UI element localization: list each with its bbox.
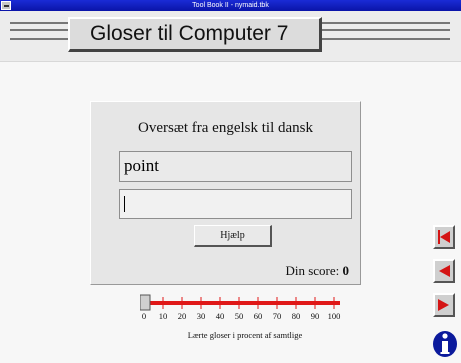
- previous-page-button[interactable]: [433, 259, 455, 283]
- progress-tick-label: 100: [328, 311, 341, 321]
- progress-thumb[interactable]: [139, 294, 151, 311]
- progress-tick-label: 50: [235, 311, 244, 321]
- window-titlebar: Tool Book II - nymaid.tbk: [0, 0, 461, 11]
- next-page-icon: [438, 299, 449, 311]
- page-title: Gloser til Computer 7: [68, 17, 322, 52]
- help-button[interactable]: Hjælp: [194, 225, 272, 247]
- previous-page-icon: [439, 265, 450, 277]
- window-title: Tool Book II - nymaid.tbk: [192, 2, 269, 9]
- first-page-button[interactable]: [433, 225, 455, 249]
- progress-tick-label: 80: [292, 311, 301, 321]
- info-button[interactable]: [432, 328, 458, 358]
- instruction-text: Oversæt fra engelsk til dansk: [138, 120, 313, 136]
- answer-input[interactable]: [119, 189, 352, 219]
- first-page-icon: [438, 230, 450, 244]
- english-word: point: [119, 151, 352, 182]
- progress-bar: 0 10 20 30 40 50 60 70 80 90 100: [139, 294, 341, 321]
- header-decor-right: [322, 22, 450, 40]
- progress-scale: 0 10 20 30 40 50 60 70 80 90 100 Lærte gloser i pr…: [139, 293, 350, 343]
- header-decor-left: [10, 22, 68, 40]
- system-menu-icon[interactable]: [1, 1, 11, 10]
- progress-tick-label: 60: [254, 311, 263, 321]
- progress-tick-label: 70: [273, 311, 282, 321]
- next-page-button[interactable]: [433, 293, 455, 317]
- score-value: 0: [342, 263, 350, 278]
- progress-tick-label: 0: [142, 311, 146, 321]
- score-display: Din score: 0: [285, 263, 349, 279]
- quiz-panel: Oversæt fra engelsk til dansk point Hjæl…: [90, 101, 361, 285]
- progress-tick-label: 10: [159, 311, 168, 321]
- progress-track: [144, 301, 340, 305]
- progress-tick-label: 90: [311, 311, 320, 321]
- score-label: Din score:: [285, 263, 340, 278]
- progress-label: Lærte gloser i procent af samtlige: [187, 330, 303, 340]
- progress-tick-label: 40: [216, 311, 225, 321]
- info-icon: [433, 331, 457, 357]
- progress-tick-label: 30: [197, 311, 206, 321]
- progress-tick-label: 20: [178, 311, 187, 321]
- text-caret: [124, 196, 125, 212]
